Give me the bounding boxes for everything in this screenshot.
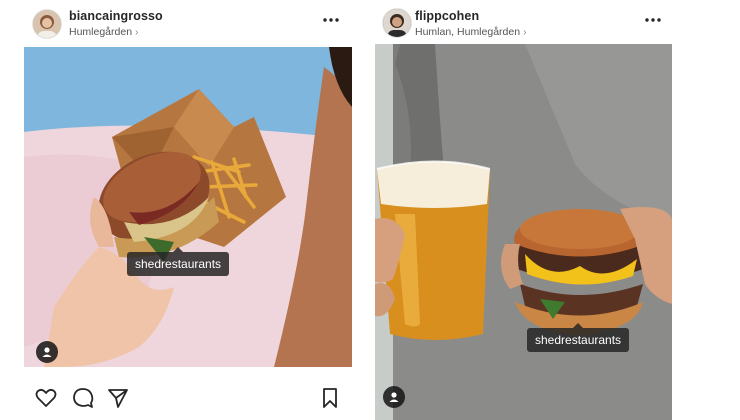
product-tag[interactable]: shedrestaurants [127, 247, 230, 276]
comment-icon[interactable] [71, 386, 95, 410]
post-location[interactable]: Humlan, Humlegården › [415, 26, 526, 38]
avatar[interactable] [383, 9, 411, 37]
post-author[interactable]: flippcohen [415, 9, 479, 23]
post-biancaingrosso: biancaingrosso Humlegården › shedrestaur… [24, 0, 352, 420]
more-options-icon[interactable] [322, 13, 340, 27]
post-author[interactable]: biancaingrosso [69, 9, 163, 23]
avatar[interactable] [33, 10, 61, 38]
bookmark-icon[interactable] [318, 386, 342, 410]
user-tag-icon[interactable] [383, 386, 405, 408]
post-photo[interactable]: shedrestaurants [24, 47, 352, 367]
post-photo[interactable]: shedrestaurants [375, 44, 672, 420]
user-tag-icon[interactable] [36, 341, 58, 363]
post-header: biancaingrosso Humlegården › [24, 0, 352, 46]
product-tag[interactable]: shedrestaurants [527, 323, 630, 352]
post-action-bar [24, 380, 352, 414]
share-icon[interactable] [106, 386, 130, 410]
chevron-right-icon: › [523, 27, 527, 38]
chevron-right-icon: › [135, 27, 139, 38]
post-flippcohen: flippcohen Humlan, Humlegården › shedres… [375, 0, 672, 420]
post-location[interactable]: Humlegården › [69, 26, 138, 38]
more-options-icon[interactable] [644, 13, 662, 27]
heart-icon[interactable] [34, 386, 58, 410]
post-header: flippcohen Humlan, Humlegården › [375, 0, 672, 46]
location-label: Humlan, Humlegården [415, 26, 521, 38]
location-label: Humlegården [69, 26, 133, 38]
